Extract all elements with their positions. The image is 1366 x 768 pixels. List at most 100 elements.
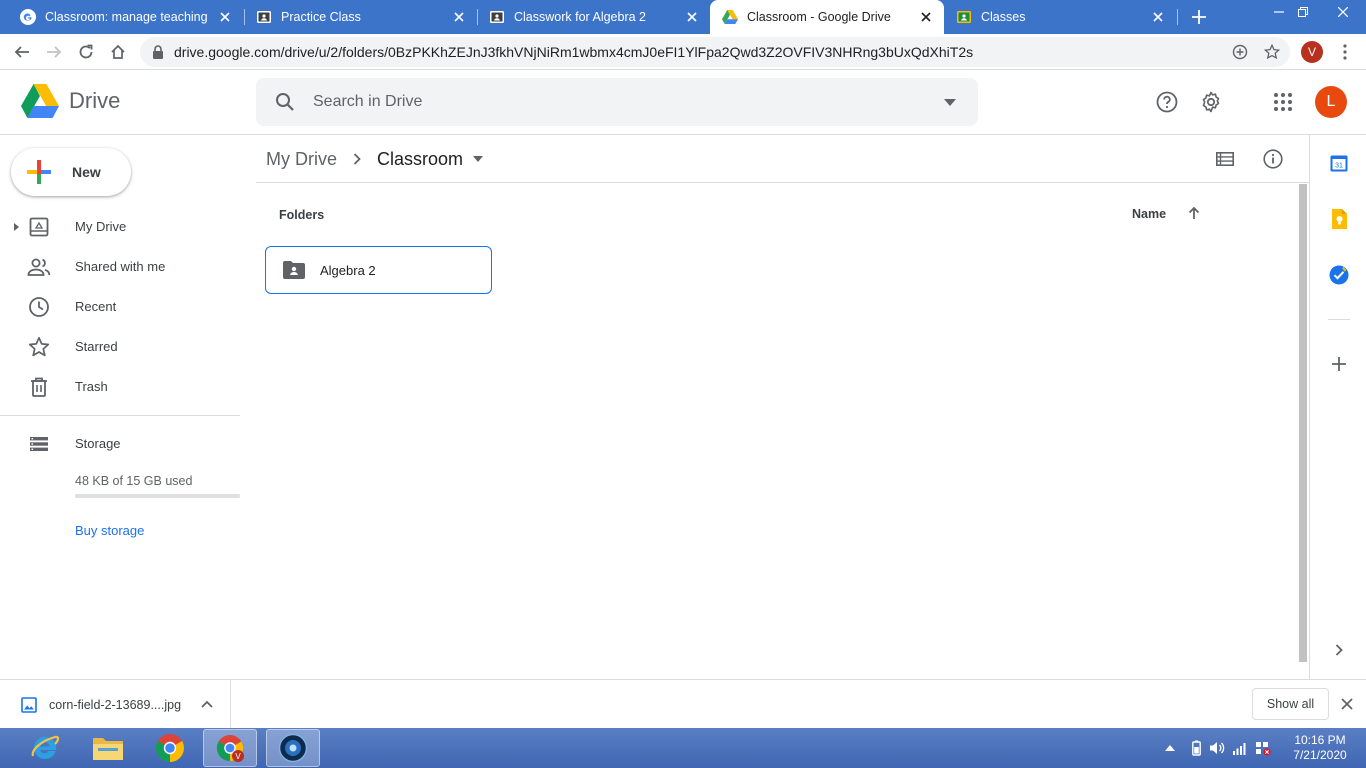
tab-classroom-drive[interactable]: Classroom - Google Drive [710,0,944,34]
search-bar[interactable] [256,78,978,126]
show-hidden-icons-icon[interactable] [1162,740,1178,756]
chrome-icon[interactable] [143,729,197,767]
address-bar[interactable]: drive.google.com/drive/u/2/folders/0BzPK… [140,37,1290,67]
tab-practice-class[interactable]: Practice Class [244,0,477,34]
search-options-icon[interactable] [942,94,958,110]
sidebar-item-storage[interactable]: Storage [0,424,240,464]
classroom-yellow-icon [956,9,972,25]
volume-icon[interactable] [1209,740,1225,756]
forward-button[interactable] [40,38,68,66]
scrollbar[interactable] [1299,184,1307,662]
sidebar-item-label: My Drive [75,219,127,234]
side-panel: 31 [1309,135,1366,679]
app-name: Drive [69,88,121,113]
close-icon[interactable] [1338,695,1356,713]
internet-explorer-icon[interactable] [18,729,72,767]
drive-logo-icon [21,84,59,118]
chevron-down-icon[interactable] [471,152,485,166]
search-input[interactable] [313,93,913,111]
my-drive-icon [27,215,51,239]
star-icon [27,335,51,359]
tab-classroom-manage[interactable]: Classroom: manage teaching an [8,0,243,34]
back-button[interactable] [8,38,36,66]
tab-title: Practice Class [281,10,361,24]
home-icon [111,44,125,59]
info-icon[interactable] [1261,147,1285,171]
action-center-icon[interactable] [1255,740,1271,756]
media-app-icon[interactable] [266,729,320,767]
breadcrumb-classroom[interactable]: Classroom [377,149,463,170]
taskbar-clock[interactable]: 10:16 PM 7/21/2020 [1282,733,1358,763]
sidebar-item-shared[interactable]: Shared with me [0,247,240,287]
image-file-icon [20,696,38,714]
tasks-icon[interactable] [1328,264,1350,286]
help-icon[interactable] [1154,89,1180,115]
list-view-icon[interactable] [1213,147,1237,171]
sidebar-item-trash[interactable]: Trash [0,367,240,407]
tab-classwork-algebra[interactable]: Classwork for Algebra 2 [477,0,710,34]
svg-text:V: V [235,752,241,761]
file-explorer-icon[interactable] [81,729,135,767]
shared-icon [27,255,51,279]
account-avatar[interactable]: L [1315,86,1347,118]
show-all-button[interactable]: Show all [1252,688,1329,720]
browser-tab-strip: Classroom: manage teaching an Practice C… [0,0,1366,34]
sidebar-item-starred[interactable]: Starred [0,327,240,367]
close-icon[interactable] [918,9,934,25]
reload-button[interactable] [72,38,100,66]
trash-icon [27,375,51,399]
restore-icon [1298,7,1308,17]
browser-profile-avatar[interactable]: V [1301,41,1323,63]
tab-title: Classes [981,10,1026,24]
classroom-icon [256,9,272,25]
sidebar-item-label: Shared with me [75,259,166,274]
clock-icon [27,295,51,319]
close-icon[interactable] [684,9,700,25]
home-button[interactable] [104,38,132,66]
drive-logo[interactable]: Drive [21,84,120,118]
clock-time: 10:16 PM [1294,733,1346,747]
folder-card[interactable]: Algebra 2 [265,246,492,294]
bookmark-star-icon[interactable] [1263,43,1281,61]
sidebar: New My Drive Shared with me Recent Starr… [0,135,256,679]
search-icon[interactable] [273,90,297,114]
browser-menu-icon[interactable] [1335,42,1355,62]
breadcrumb-my-drive[interactable]: My Drive [266,149,337,170]
new-button[interactable]: New [11,148,131,196]
download-item[interactable]: corn-field-2-13689....jpg [0,680,231,729]
add-addon-icon[interactable] [1328,353,1350,375]
sort-by-name[interactable]: Name [1132,207,1166,221]
sort-ascending-icon[interactable] [1186,205,1202,221]
battery-icon[interactable] [1188,740,1204,756]
arrow-right-icon [47,46,62,58]
install-app-icon[interactable] [1231,43,1249,61]
new-tab-button[interactable] [1188,6,1210,28]
sidebar-item-label: Trash [75,379,108,394]
sidebar-item-my-drive[interactable]: My Drive [0,207,240,247]
close-window-button[interactable] [1320,0,1366,24]
close-icon[interactable] [217,9,233,25]
storage-used-text: 48 KB of 15 GB used [75,474,193,488]
calendar-icon[interactable]: 31 [1328,152,1350,174]
tab-title: Classwork for Algebra 2 [514,10,647,24]
chevron-right-icon[interactable] [1328,639,1350,661]
sidebar-item-recent[interactable]: Recent [0,287,240,327]
close-icon[interactable] [1150,9,1166,25]
drive-icon [722,9,738,25]
main-divider [256,182,1309,183]
chevron-up-icon[interactable] [199,696,215,712]
gear-icon[interactable] [1198,89,1224,115]
network-signal-icon[interactable] [1232,740,1248,756]
tab-title: Classroom - Google Drive [747,10,891,24]
tab-title: Classroom: manage teaching an [45,10,211,24]
chrome-profile-icon[interactable]: V [203,729,257,767]
keep-icon[interactable] [1328,208,1350,230]
buy-storage-link[interactable]: Buy storage [75,523,144,538]
tab-classes[interactable]: Classes [944,0,1176,34]
apps-grid-icon[interactable] [1270,89,1296,115]
close-icon[interactable] [451,9,467,25]
sidebar-divider [0,415,240,416]
close-icon [1338,7,1348,17]
new-button-label: New [72,164,101,180]
chevron-right-icon [347,149,367,169]
